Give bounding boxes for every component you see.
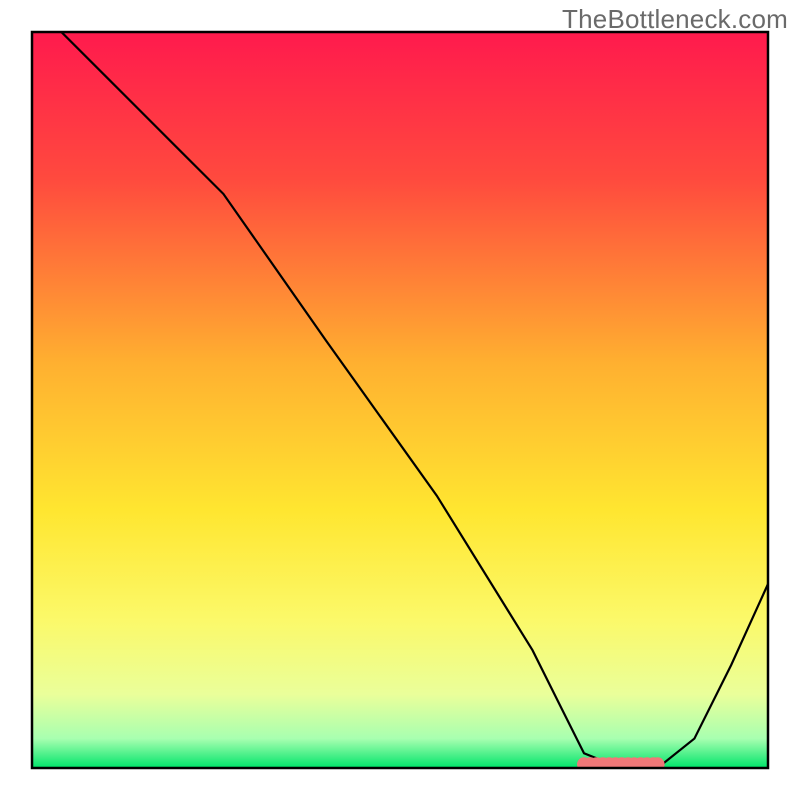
plot-background	[32, 32, 768, 768]
chart-container: TheBottleneck.com	[0, 0, 800, 800]
bottleneck-chart	[0, 0, 800, 800]
